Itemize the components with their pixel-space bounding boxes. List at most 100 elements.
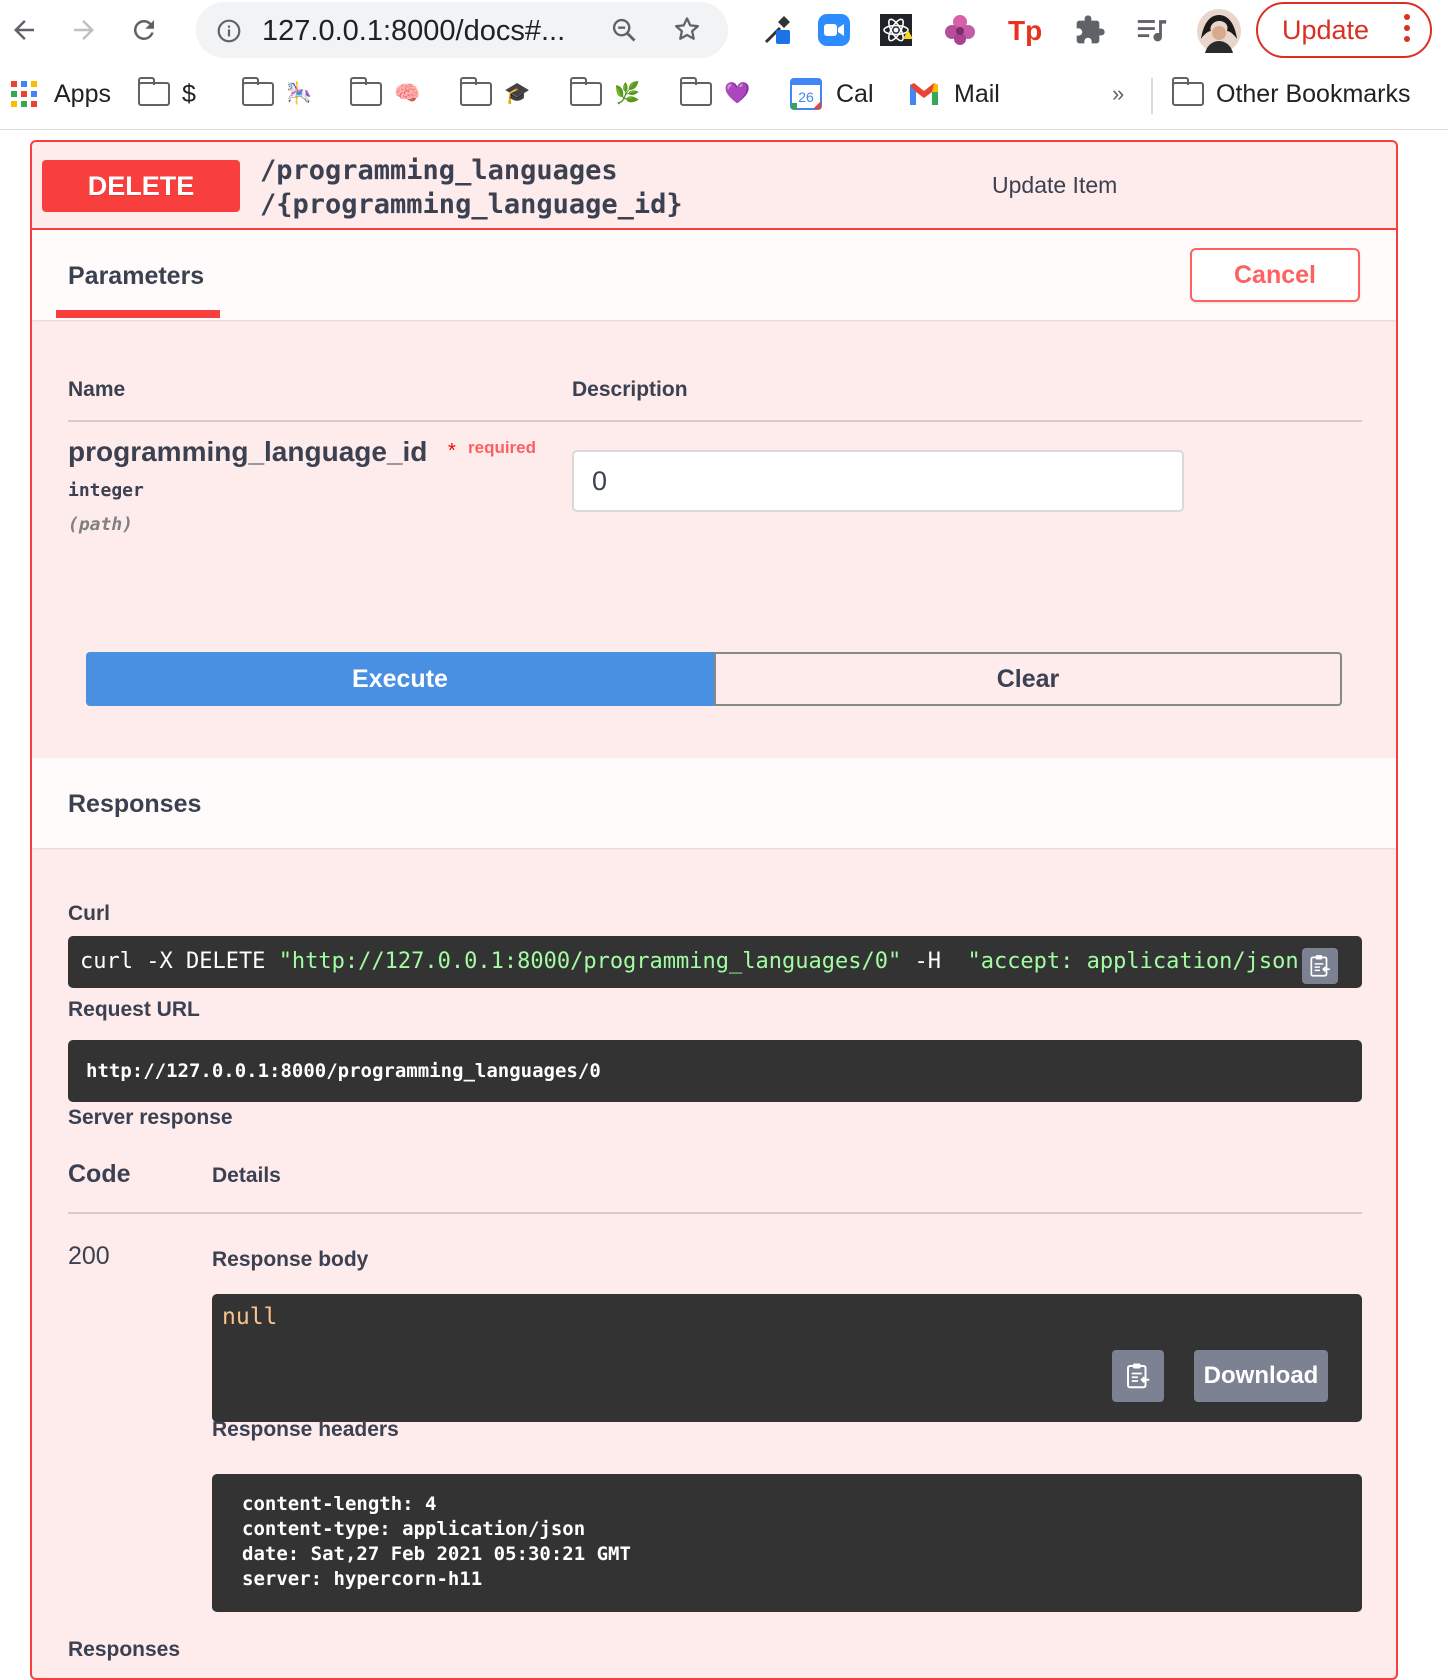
path-line-1: /programming_languages [260,155,618,186]
response-status-code: 200 [68,1242,110,1270]
response-body-text: null [222,1304,278,1330]
required-star: * [448,440,456,462]
bookmark-folder-label: $ [182,79,196,108]
curl-header: "accept: application/json" [967,949,1312,974]
responses-title: Responses [68,790,202,818]
bookmark-folder-dollar[interactable]: $ [138,76,196,112]
folder-icon [570,77,602,106]
response-body-label: Response body [212,1248,369,1271]
bookmark-folder-label: 🧠 [394,82,421,105]
folder-icon [1172,77,1204,106]
curl-flag: -H [901,949,968,974]
url-text[interactable]: 127.0.0.1:8000/docs#... [262,15,565,48]
download-button[interactable]: Download [1194,1350,1328,1402]
column-header-description: Description [572,378,688,401]
operation-path: /programming_languages /{programming_lan… [260,154,683,222]
bookmark-mail[interactable]: Mail [908,76,1000,112]
bookmark-folder-label: 🎓 [504,82,531,105]
svg-text:Tp: Tp [1008,15,1042,46]
kebab-menu-icon[interactable] [1404,14,1412,47]
bookmark-folder-heart[interactable]: 💜 [680,76,750,112]
programming-language-id-input[interactable]: 0 [572,450,1184,512]
bookmark-folder-herb[interactable]: 🌿 [570,76,640,112]
folder-icon [242,77,274,106]
response-body: null Download [212,1294,1362,1422]
curl-cmd: curl -X DELETE [80,949,279,974]
bookmark-folder-brain[interactable]: 🧠 [350,76,420,112]
bookmarks-separator [1151,78,1153,114]
header-line: content-length: 4 [242,1493,437,1515]
media-queue-icon[interactable] [1134,12,1170,48]
header-line: date: Sat,27 Feb 2021 05:30:21 GMT [242,1543,631,1565]
folder-icon [350,77,382,106]
bookmark-folder-label: 🎠 [286,82,313,105]
method-badge: DELETE [42,160,240,212]
required-label: required [468,438,537,457]
zoom-icon[interactable] [610,16,638,49]
parameter-location: (path) [68,514,134,535]
operation-summary-text: Update Item [992,172,1118,198]
parameters-header: Parameters Cancel [32,230,1396,320]
request-url-label: Request URL [68,998,200,1021]
bookmark-other[interactable]: Other Bookmarks [1172,76,1411,112]
curl-label: Curl [68,902,110,925]
bookmark-cal[interactable]: 26 Cal [790,76,874,112]
execute-button[interactable]: Execute [86,652,714,706]
eyedropper-icon[interactable] [760,12,796,48]
folder-icon [138,77,170,106]
header-line: server: hypercorn-h11 [242,1568,483,1590]
calendar-icon: 26 [790,78,822,110]
server-response-label: Server response [68,1106,233,1129]
update-button[interactable]: Update [1256,2,1432,58]
bookmark-folder-label: 💜 [724,82,751,105]
profile-avatar[interactable] [1196,8,1242,54]
execute-wrapper: Execute Clear [86,652,1342,706]
copy-response-icon[interactable] [1112,1350,1164,1402]
response-headers: content-length: 4 content-type: applicat… [212,1474,1362,1612]
tab-parameters[interactable]: Parameters [68,262,204,291]
clear-button[interactable]: Clear [714,652,1342,706]
bookmark-folder-carousel[interactable]: 🎠 [242,76,312,112]
bookmark-other-label: Other Bookmarks [1216,79,1411,108]
details-column-header: Details [212,1164,281,1187]
operation-block: DELETE /programming_languages /{programm… [30,140,1398,1680]
back-icon[interactable] [4,10,44,50]
puzzle-icon[interactable] [1072,12,1108,48]
curl-command[interactable]: curl -X DELETE "http://127.0.0.1:8000/pr… [68,936,1362,988]
react-devtools-icon[interactable] [878,12,914,48]
operation-summary[interactable]: DELETE /programming_languages /{programm… [32,142,1396,230]
star-icon[interactable] [672,14,702,49]
tp-extension-icon[interactable]: Tp [1006,12,1042,48]
gmail-icon [910,83,938,105]
table-divider [68,420,1362,422]
bookmark-cal-label: Cal [836,79,874,108]
browser-toolbar: 127.0.0.1:8000/docs#... Tp Update [0,0,1448,62]
bookmarks-bar: Apps $ 🎠 🧠 🎓 🌿 💜 26 Cal Mail » Other Boo… [0,62,1448,130]
address-bar[interactable]: 127.0.0.1:8000/docs#... [196,2,728,58]
cancel-button[interactable]: Cancel [1190,248,1360,302]
extension-flower-icon[interactable] [942,12,978,48]
info-icon[interactable] [216,18,242,49]
reload-icon[interactable] [124,10,164,50]
tab-active-underline [56,310,220,318]
bookmark-apps-label: Apps [54,79,111,108]
bookmarks-overflow-button[interactable]: » [1112,76,1124,112]
parameter-type: integer [68,480,144,501]
apps-grid-icon [11,81,37,107]
code-column-header: Code [68,1160,131,1188]
svg-text:26: 26 [798,89,814,105]
response-headers-label: Response headers [212,1418,399,1441]
responses-header: Responses [32,758,1396,848]
responses-footer-label: Responses [68,1638,181,1661]
update-label: Update [1282,15,1370,45]
header-line: content-type: application/json [242,1518,586,1540]
curl-url: "http://127.0.0.1:8000/programming_langu… [278,949,902,974]
forward-icon[interactable] [64,10,104,50]
zoom-meetings-icon[interactable] [816,12,852,48]
copy-curl-icon[interactable] [1302,948,1338,984]
request-url: http://127.0.0.1:8000/programming_langua… [68,1040,1362,1102]
bookmark-mail-label: Mail [954,79,1000,108]
bookmark-apps[interactable]: Apps [10,76,111,112]
folder-icon [680,77,712,106]
bookmark-folder-graduation[interactable]: 🎓 [460,76,530,112]
